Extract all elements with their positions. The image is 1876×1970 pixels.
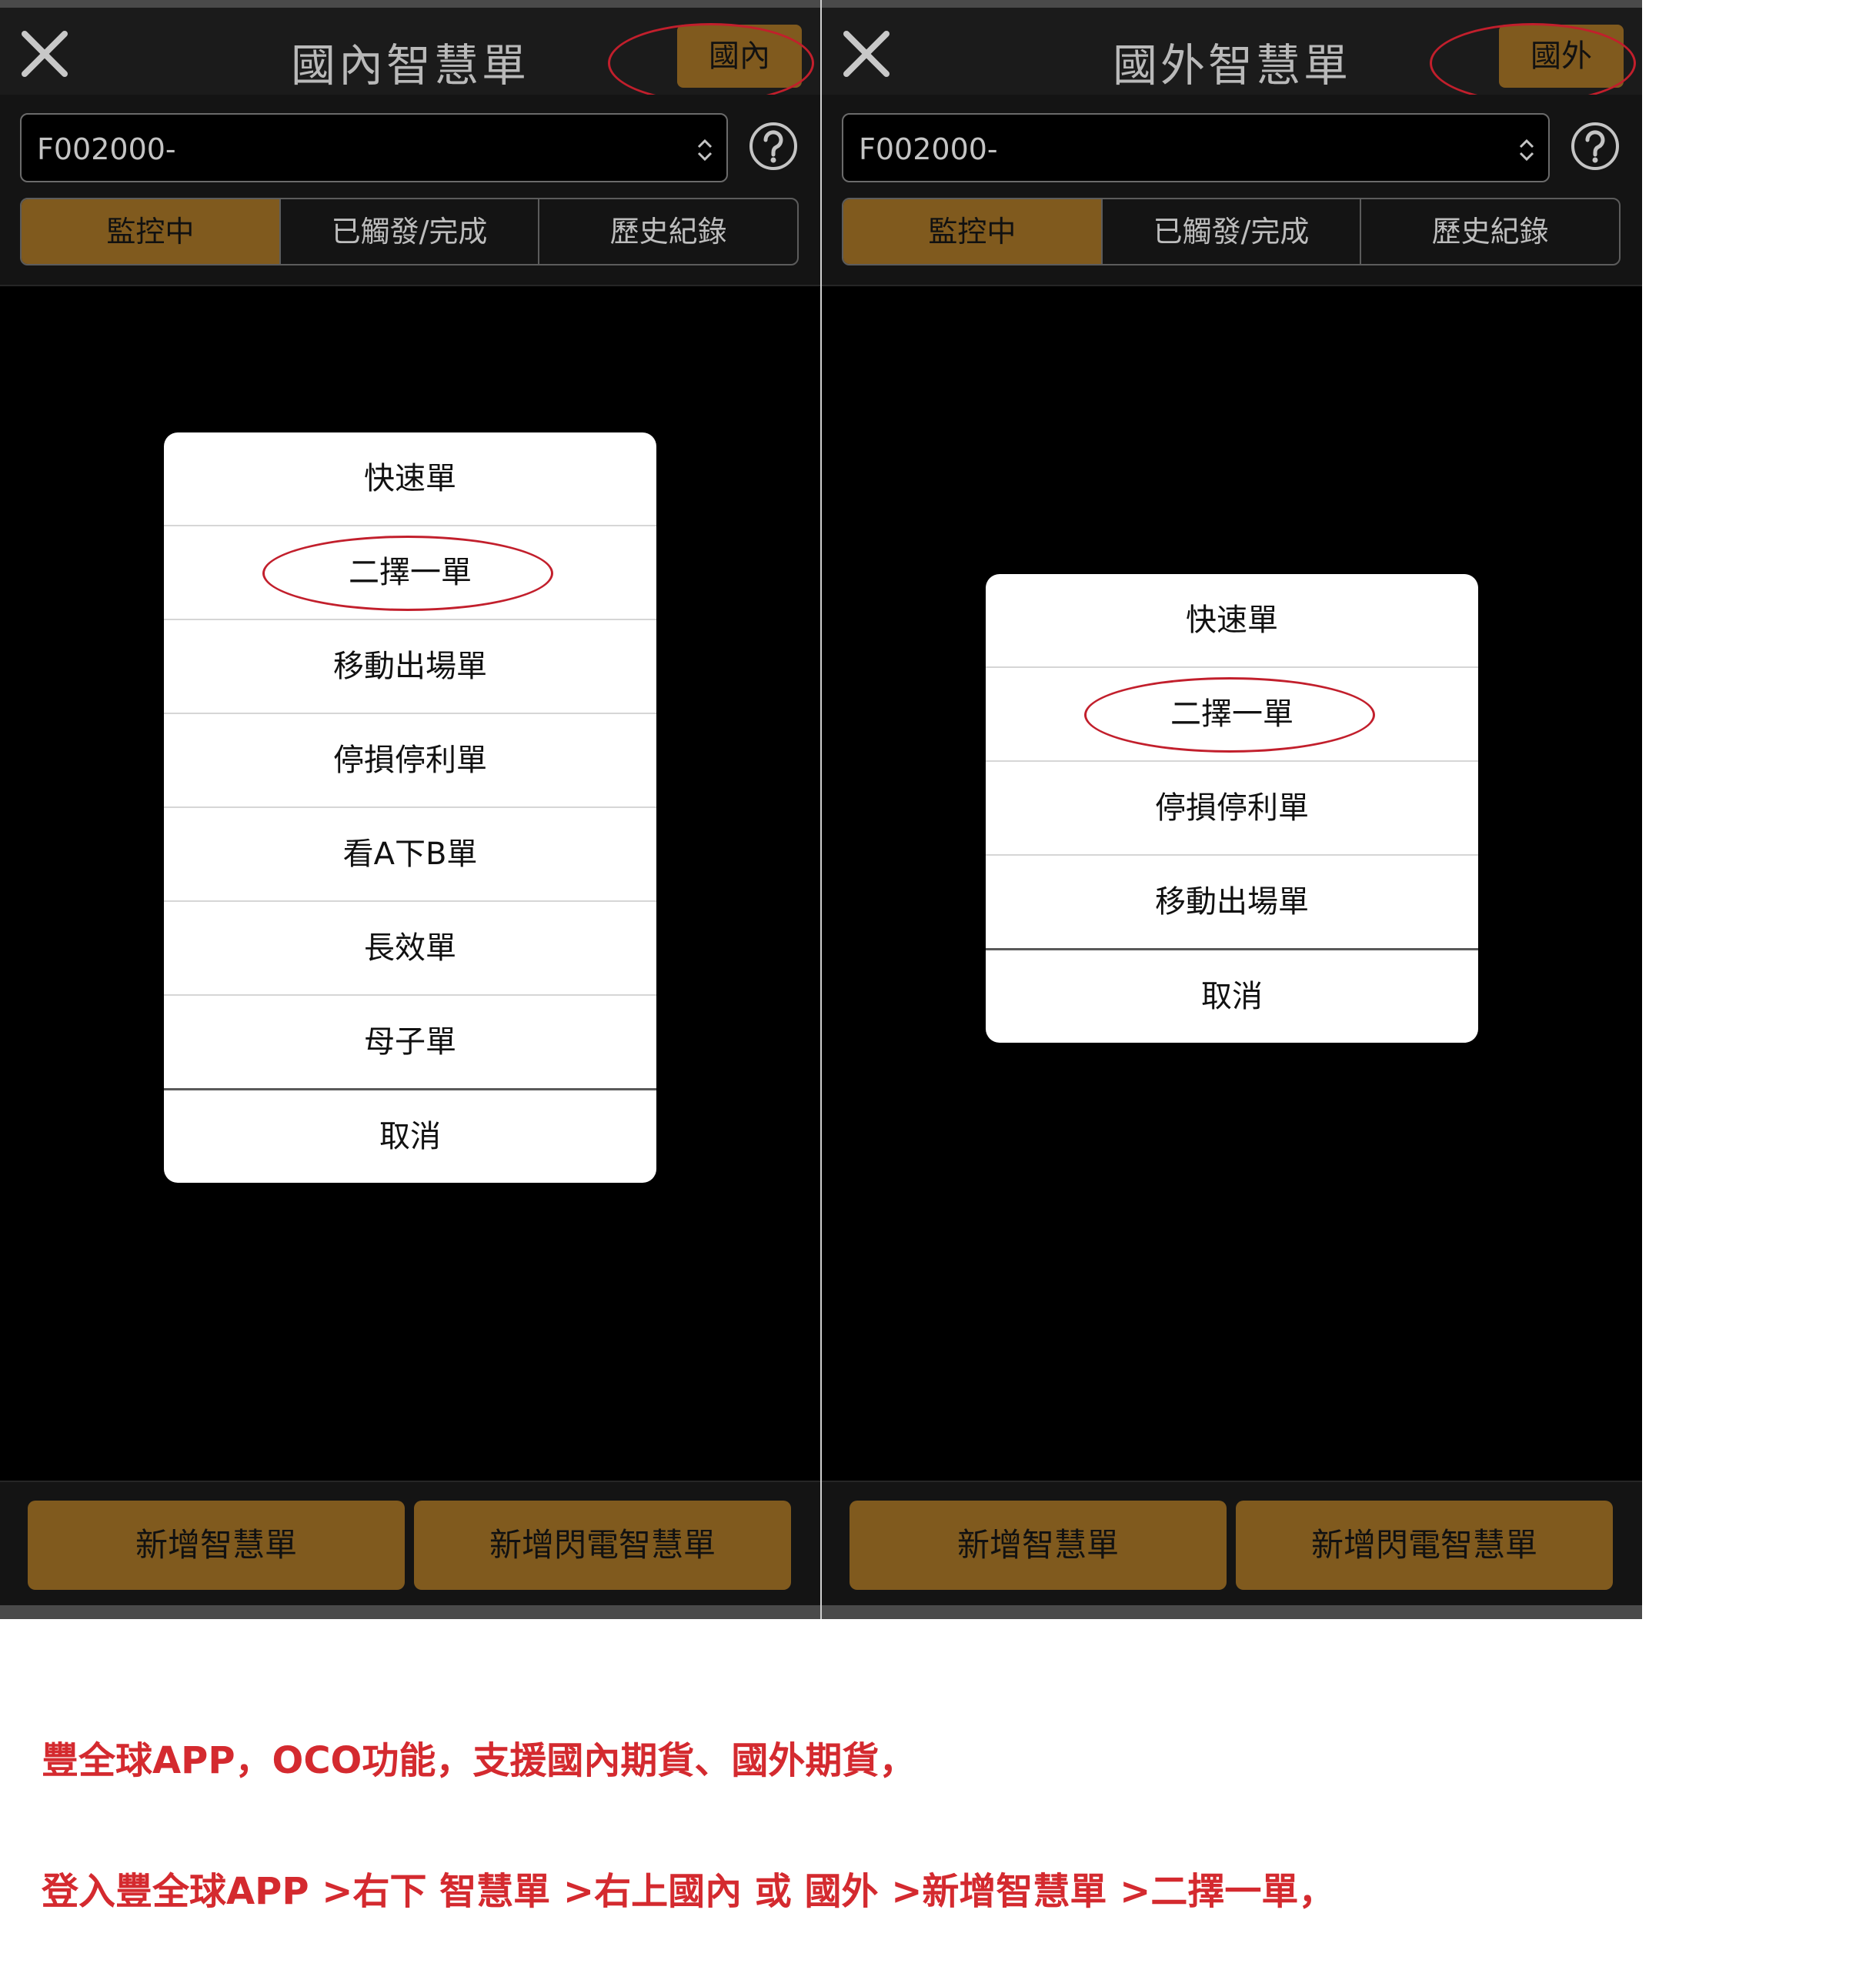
- add-flash-smart-order-button[interactable]: 新增閃電智慧單: [1236, 1501, 1613, 1590]
- bottom-edge: [822, 1605, 1642, 1619]
- order-type-menu: 快速單 二擇一單 移動出場單 停損停利單 看A下B單 長效單 母子單 取消: [164, 432, 656, 1183]
- highlight-circle: [262, 536, 553, 611]
- tab-history[interactable]: 歷史紀錄: [538, 199, 797, 264]
- menu-item-trailing-stop[interactable]: 移動出場單: [164, 619, 656, 713]
- help-icon[interactable]: [748, 121, 799, 172]
- tab-triggered[interactable]: 已觸發/完成: [1100, 199, 1360, 264]
- menu-item-oco-order[interactable]: 二擇一單: [164, 525, 656, 619]
- tab-history[interactable]: 歷史紀錄: [1360, 199, 1619, 264]
- highlight-circle: [608, 23, 814, 103]
- header: 國外智慧單 國外: [822, 8, 1642, 103]
- status-tabs: 監控中 已觸發/完成 歷史紀錄: [20, 198, 799, 265]
- account-select[interactable]: F002000-: [842, 113, 1550, 182]
- add-smart-order-button[interactable]: 新增智慧單: [28, 1501, 405, 1590]
- menu-item-parent-child-order[interactable]: 母子單: [164, 994, 656, 1088]
- account-and-tabs-bar: F002000- 監控中 已觸發/完成 歷史紀錄: [0, 95, 820, 286]
- menu-item-trailing-stop[interactable]: 移動出場單: [986, 854, 1478, 948]
- bottom-action-bar: 新增智慧單 新增閃電智慧單: [822, 1481, 1642, 1607]
- updown-chevron-icon: [1519, 139, 1534, 162]
- highlight-circle: [1084, 677, 1375, 753]
- right-phone-screen: 國外智慧單 國外 F002000- 監控中 已觸發/完成 歷史紀錄 快速單 二擇…: [822, 0, 1642, 1619]
- bottom-action-bar: 新增智慧單 新增閃電智慧單: [0, 1481, 820, 1607]
- cancel-button[interactable]: 取消: [164, 1088, 656, 1183]
- highlight-circle: [1430, 23, 1636, 103]
- menu-item-watch-a-order-b[interactable]: 看A下B單: [164, 806, 656, 900]
- tab-monitoring[interactable]: 監控中: [843, 199, 1101, 264]
- add-smart-order-button[interactable]: 新增智慧單: [850, 1501, 1227, 1590]
- menu-item-quick-order[interactable]: 快速單: [986, 574, 1478, 666]
- bottom-edge: [0, 1605, 820, 1619]
- menu-item-stop-loss-take-profit[interactable]: 停損停利單: [986, 760, 1478, 854]
- status-tabs: 監控中 已觸發/完成 歷史紀錄: [842, 198, 1621, 265]
- menu-item-quick-order[interactable]: 快速單: [164, 432, 656, 525]
- menu-item-stop-loss-take-profit[interactable]: 停損停利單: [164, 713, 656, 806]
- top-edge: [0, 0, 820, 8]
- menu-item-long-term-order[interactable]: 長效單: [164, 900, 656, 994]
- account-value: F002000-: [859, 132, 998, 166]
- account-and-tabs-bar: F002000- 監控中 已觸發/完成 歷史紀錄: [822, 95, 1642, 286]
- account-select[interactable]: F002000-: [20, 113, 728, 182]
- tab-triggered[interactable]: 已觸發/完成: [279, 199, 539, 264]
- cancel-button[interactable]: 取消: [986, 948, 1478, 1043]
- left-phone-screen: 國內智慧單 國內 F002000- 監控中 已觸發/完成 歷史紀錄 快速單 二擇…: [0, 0, 820, 1619]
- add-flash-smart-order-button[interactable]: 新增閃電智慧單: [414, 1501, 791, 1590]
- caption-line-1: 豐全球APP，OCO功能，支援國內期貨、國外期貨，: [42, 1739, 916, 1782]
- updown-chevron-icon: [697, 139, 713, 162]
- help-icon[interactable]: [1570, 121, 1621, 172]
- top-edge: [822, 0, 1642, 8]
- menu-item-oco-order[interactable]: 二擇一單: [986, 666, 1478, 760]
- caption-line-2: 登入豐全球APP >右下 智慧單 >右上國內 或 國外 >新增智慧單 >二擇一單…: [42, 1870, 1336, 1913]
- header: 國內智慧單 國內: [0, 8, 820, 103]
- order-type-menu: 快速單 二擇一單 停損停利單 移動出場單 取消: [986, 574, 1478, 1043]
- account-value: F002000-: [37, 132, 176, 166]
- tab-monitoring[interactable]: 監控中: [22, 199, 279, 264]
